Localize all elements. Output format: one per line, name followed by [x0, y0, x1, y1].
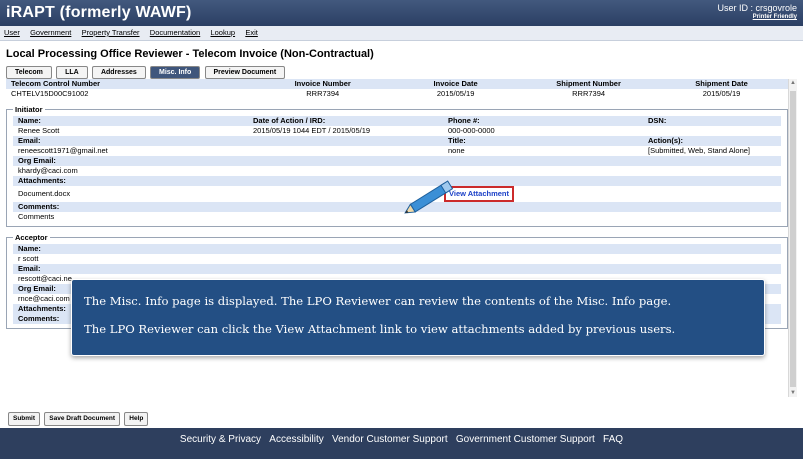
page-title: Local Processing Office Reviewer - Telec…	[6, 48, 374, 60]
menu-documentation[interactable]: Documentation	[146, 26, 204, 40]
initiator-date: 2015/05/19 1044 EDT / 2015/05/19	[253, 126, 371, 135]
column-header: Invoice Number	[256, 79, 390, 89]
phone-label: Phone #:	[443, 116, 643, 126]
instruction-line-2: The LPO Reviewer can click the View Atta…	[84, 322, 676, 336]
menu-property-transfer[interactable]: Property Transfer	[78, 26, 144, 40]
instruction-callout: The Misc. Info page is displayed. The LP…	[71, 279, 765, 356]
initiator-section: Initiator Name: Date of Action / IRD: Ph…	[6, 105, 788, 227]
menu-lookup[interactable]: Lookup	[206, 26, 239, 40]
menu-government[interactable]: Government	[26, 26, 75, 40]
table-cell: 2015/05/19	[436, 89, 475, 98]
tab-misc-info[interactable]: Misc. Info	[150, 66, 201, 79]
table-cell: CHTELV15D00C91002	[11, 89, 89, 98]
scroll-up-icon[interactable]: ▲	[790, 80, 796, 86]
initiator-title: none	[448, 146, 465, 155]
attachment-filename: Document.docx	[18, 189, 71, 198]
tab-bar: Telecom LLA Addresses Misc. Info Preview…	[6, 66, 287, 79]
initiator-name: Renee Scott	[18, 126, 60, 135]
name-label: Name:	[13, 116, 248, 126]
scroll-down-icon[interactable]: ▼	[790, 390, 796, 396]
user-id: User ID : crsgovrole Printer Friendly	[717, 3, 797, 20]
footer-vendor-support-link[interactable]: Vendor Customer Support	[332, 428, 448, 452]
app-header: iRAPT (formerly WAWF) User ID : crsgovro…	[0, 0, 803, 26]
table-header-row: Telecom Control Number Invoice Number In…	[6, 79, 788, 89]
submit-button[interactable]: Submit	[8, 412, 41, 426]
table-cell: RRR7394	[572, 89, 606, 98]
footer-faq-link[interactable]: FAQ	[603, 428, 623, 452]
title-label: Title:	[443, 136, 643, 146]
acceptor-name: r scott	[18, 254, 39, 263]
initiator-actions: [Submitted, Web, Stand Alone]	[648, 146, 751, 155]
comments-label: Comments:	[13, 202, 781, 212]
printer-friendly-link[interactable]: Printer Friendly	[717, 14, 797, 20]
instruction-line-1: The Misc. Info page is displayed. The LP…	[84, 294, 672, 308]
column-header: Shipment Date	[655, 79, 788, 89]
tab-addresses[interactable]: Addresses	[91, 66, 146, 79]
dsn-label: DSN:	[643, 116, 781, 126]
tab-preview-document[interactable]: Preview Document	[204, 66, 286, 79]
footer-government-support-link[interactable]: Government Customer Support	[456, 428, 595, 452]
save-draft-button[interactable]: Save Draft Document	[44, 412, 121, 426]
footer-security-privacy-link[interactable]: Security & Privacy	[180, 428, 261, 452]
action-buttons: Submit Save Draft Document Help	[8, 412, 150, 426]
org-email-label: Org Email:	[13, 156, 781, 166]
column-header: Shipment Number	[522, 79, 656, 89]
tab-telecom[interactable]: Telecom	[6, 66, 52, 79]
date-label: Date of Action / IRD:	[248, 116, 443, 126]
column-header: Invoice Date	[389, 79, 523, 89]
initiator-comments: Comments	[18, 212, 55, 221]
email-label: Email:	[13, 136, 248, 146]
app-title: iRAPT (formerly WAWF)	[6, 4, 192, 21]
initiator-dsn	[643, 126, 781, 136]
pencil-pointer-icon	[404, 180, 454, 214]
user-id-label: User ID : crsgovrole	[717, 3, 797, 13]
menu-exit[interactable]: Exit	[241, 26, 262, 40]
column-header: Telecom Control Number	[6, 79, 257, 89]
table-row: CHTELV15D00C91002 RRR7394 2015/05/19 RRR…	[6, 89, 788, 99]
footer-accessibility-link[interactable]: Accessibility	[269, 428, 323, 452]
acceptor-legend: Acceptor	[15, 233, 48, 242]
tab-lla[interactable]: LLA	[56, 66, 88, 79]
menu-bar: User Government Property Transfer Docume…	[0, 26, 803, 41]
table-cell: RRR7394	[306, 89, 340, 98]
footer: Security & Privacy Accessibility Vendor …	[0, 428, 803, 459]
initiator-phone: 000-000-0000	[448, 126, 495, 135]
scrollbar-thumb[interactable]	[790, 91, 796, 387]
invoice-summary-table: Telecom Control Number Invoice Number In…	[6, 79, 788, 99]
table-cell: 2015/05/19	[702, 89, 741, 98]
initiator-org-email: khardy@caci.com	[18, 166, 78, 175]
initiator-legend: Initiator	[15, 105, 43, 114]
attachments-label: Attachments:	[13, 176, 781, 186]
initiator-email: reneescott1971@gmail.net	[18, 146, 108, 155]
menu-user[interactable]: User	[0, 26, 24, 40]
actions-label: Action(s):	[643, 136, 781, 146]
vertical-scrollbar[interactable]: ▲ ▼	[788, 79, 797, 397]
initiator-table: Name: Date of Action / IRD: Phone #: DSN…	[13, 116, 781, 222]
name-label: Name:	[13, 244, 781, 254]
help-button[interactable]: Help	[124, 412, 149, 426]
email-label: Email:	[13, 264, 781, 274]
